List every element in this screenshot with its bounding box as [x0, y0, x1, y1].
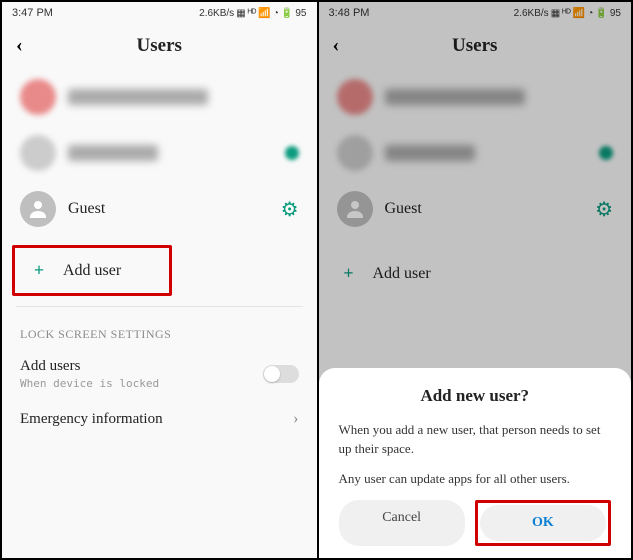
guest-label: Guest: [68, 200, 269, 218]
status-time: 3:47 PM: [12, 7, 53, 19]
setting-title: Add users: [20, 358, 263, 375]
avatar: [337, 135, 373, 171]
user-row-2[interactable]: [319, 125, 632, 181]
add-user-label: Add user: [373, 265, 431, 283]
gear-icon[interactable]: ⚙: [595, 197, 613, 222]
sim-icon: ▦: [551, 8, 560, 19]
dialog-title: Add new user?: [339, 386, 612, 406]
status-bar: 3:47 PM 2.6KB/s ▦ ᴴᴰ 📶 ◔ 🔋 95: [2, 2, 317, 24]
user-name-blurred: [68, 89, 208, 105]
avatar: [337, 79, 373, 115]
back-icon[interactable]: ‹: [333, 34, 353, 57]
page-title: Users: [36, 35, 283, 57]
add-user-button[interactable]: + Add user: [15, 248, 169, 293]
net-speed: 2.6KB/s: [199, 8, 234, 19]
user-row-2[interactable]: [2, 125, 317, 181]
net-speed: 2.6KB/s: [514, 8, 549, 19]
chevron-right-icon: ›: [293, 410, 298, 428]
avatar-guest-icon: [20, 191, 56, 227]
status-dot-icon: [599, 146, 613, 160]
gear-icon[interactable]: ⚙: [281, 197, 299, 222]
back-icon[interactable]: ‹: [16, 34, 36, 57]
page-title: Users: [353, 35, 598, 57]
wifi-icon: ◔: [273, 8, 279, 19]
user-list: Guest ⚙: [319, 65, 632, 241]
avatar: [20, 79, 56, 115]
avatar: [20, 135, 56, 171]
phone-left: 3:47 PM 2.6KB/s ▦ ᴴᴰ 📶 ◔ 🔋 95 ‹ Users: [2, 2, 317, 558]
status-bar: 3:48 PM 2.6KB/s ▦ ᴴᴰ 📶 ◔ 🔋 95: [319, 2, 632, 24]
battery-pct: 95: [610, 8, 621, 19]
user-name-blurred: [68, 145, 158, 161]
hd-icon: ᴴᴰ: [248, 8, 257, 19]
plus-icon: +: [29, 260, 49, 281]
signal-icon: 📶: [258, 8, 270, 19]
status-icons: 2.6KB/s ▦ ᴴᴰ 📶 ◔ 🔋 95: [514, 8, 621, 19]
ok-button[interactable]: OK: [480, 505, 606, 541]
battery-pct: 95: [295, 8, 306, 19]
user-list: Guest ⚙: [2, 65, 317, 241]
phone-right: 3:48 PM 2.6KB/s ▦ ᴴᴰ 📶 ◔ 🔋 95 ‹ Users: [317, 2, 632, 558]
user-name-blurred: [385, 89, 525, 105]
add-user-highlight: + Add user: [12, 245, 172, 296]
emergency-label: Emergency information: [20, 411, 293, 428]
dialog-buttons: Cancel OK: [339, 500, 612, 546]
plus-icon: +: [339, 263, 359, 284]
dialog-body: When you add a new user, that person nee…: [339, 420, 612, 489]
header: ‹ Users: [2, 24, 317, 65]
wifi-icon: ◔: [587, 8, 593, 19]
guest-label: Guest: [385, 200, 584, 218]
user-row-guest[interactable]: Guest ⚙: [319, 181, 632, 237]
ok-highlight: OK: [475, 500, 611, 546]
sim-icon: ▦: [236, 8, 245, 19]
setting-subtitle: When device is locked: [20, 377, 263, 390]
signal-icon: 📶: [573, 8, 585, 19]
cancel-button[interactable]: Cancel: [339, 500, 465, 546]
status-icons: 2.6KB/s ▦ ᴴᴰ 📶 ◔ 🔋 95: [199, 8, 306, 19]
add-user-dialog: Add new user? When you add a new user, t…: [319, 368, 632, 559]
user-row-guest[interactable]: Guest ⚙: [2, 181, 317, 237]
emergency-info-row[interactable]: Emergency information ›: [2, 400, 317, 438]
status-time: 3:48 PM: [329, 7, 370, 19]
header: ‹ Users: [319, 24, 632, 65]
status-dot-icon: [285, 146, 299, 160]
toggle-switch[interactable]: [263, 365, 299, 383]
user-name-blurred: [385, 145, 475, 161]
user-row-1[interactable]: [319, 69, 632, 125]
dialog-text-1: When you add a new user, that person nee…: [339, 420, 612, 459]
battery-icon: 🔋: [595, 8, 607, 19]
dialog-text-2: Any user can update apps for all other u…: [339, 469, 612, 489]
divider: [16, 306, 303, 307]
section-label: LOCK SCREEN SETTINGS: [2, 313, 317, 348]
add-user-label: Add user: [63, 262, 121, 280]
avatar-guest-icon: [337, 191, 373, 227]
add-users-toggle-row[interactable]: Add users When device is locked: [2, 348, 317, 400]
hd-icon: ᴴᴰ: [562, 8, 571, 19]
user-row-1[interactable]: [2, 69, 317, 125]
add-user-button[interactable]: + Add user: [319, 249, 632, 298]
battery-icon: 🔋: [281, 8, 293, 19]
